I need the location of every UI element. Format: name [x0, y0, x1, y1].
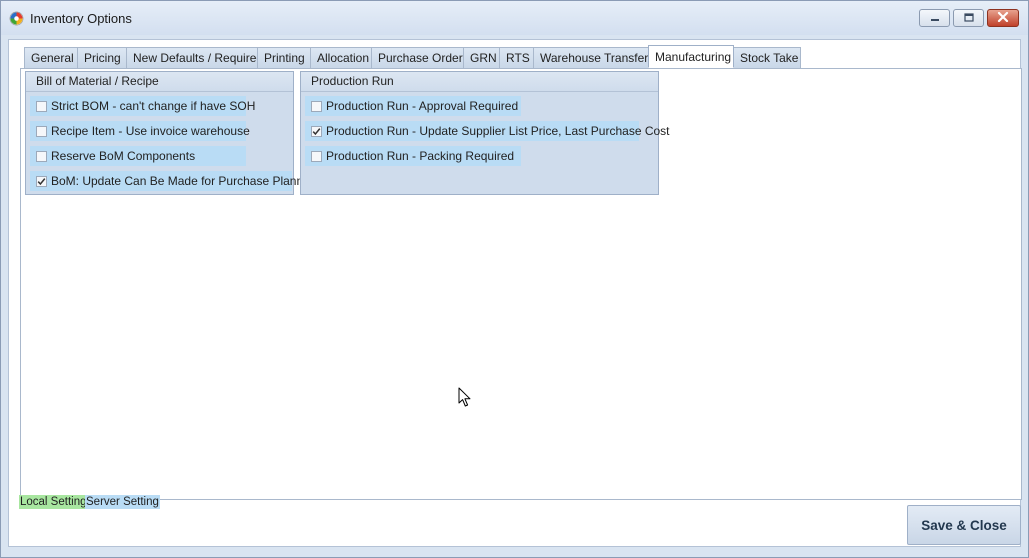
close-button[interactable]	[987, 9, 1019, 27]
bom-update-purchase-planning-checkbox[interactable]	[36, 175, 47, 187]
inventory-options-window: Inventory Options General Pricing New De…	[0, 0, 1029, 558]
local-setting-legend: Local Setting	[19, 495, 88, 509]
production-run-group: Production Run Production Run - Approval…	[300, 71, 670, 195]
recipe-item-invoice-warehouse-checkbox[interactable]	[36, 125, 47, 137]
app-logo-icon	[9, 11, 24, 26]
save-and-close-button[interactable]: Save & Close	[907, 505, 1021, 545]
production-run-approval-checkbox[interactable]	[311, 100, 322, 112]
tab-grn[interactable]: GRN	[463, 47, 499, 68]
recipe-item-invoice-warehouse-option[interactable]: Recipe Item - Use invoice warehouse	[30, 121, 250, 141]
reserve-bom-components-option[interactable]: Reserve BoM Components	[30, 146, 246, 166]
minimize-button[interactable]	[919, 9, 950, 27]
production-run-group-title: Production Run	[301, 72, 658, 92]
tab-manufacturing[interactable]: Manufacturing	[648, 45, 734, 68]
production-run-update-supplier-price-option[interactable]: Production Run - Update Supplier List Pr…	[305, 121, 670, 141]
tab-general[interactable]: General	[24, 47, 77, 68]
checkmark-icon	[37, 177, 46, 185]
reserve-bom-components-label: Reserve BoM Components	[51, 149, 196, 163]
reserve-bom-components-checkbox[interactable]	[36, 150, 47, 162]
tab-strip: General Pricing New Defaults / Required …	[24, 45, 801, 68]
production-run-update-supplier-price-checkbox[interactable]	[311, 125, 322, 137]
maximize-icon	[963, 11, 974, 25]
minimize-icon	[930, 11, 940, 25]
tab-new-defaults-required[interactable]: New Defaults / Required	[126, 47, 263, 68]
tab-stock-take[interactable]: Stock Take	[734, 47, 801, 68]
bom-update-purchase-planning-label: BoM: Update Can Be Made for Purchase Pla…	[51, 174, 320, 188]
strict-bom-option[interactable]: Strict BOM - can't change if have SOH	[30, 96, 255, 116]
recipe-item-invoice-warehouse-label: Recipe Item - Use invoice warehouse	[51, 124, 250, 138]
checkmark-icon	[312, 127, 321, 135]
strict-bom-label: Strict BOM - can't change if have SOH	[51, 99, 256, 113]
bom-recipe-group-title: Bill of Material / Recipe	[26, 72, 293, 92]
production-run-packing-label: Production Run - Packing Required	[326, 149, 515, 163]
title-bar[interactable]: Inventory Options	[1, 1, 1028, 35]
tab-rts[interactable]: RTS	[499, 47, 533, 68]
strict-bom-checkbox[interactable]	[36, 100, 47, 112]
tab-purchase-order[interactable]: Purchase Order	[371, 47, 463, 68]
tab-printing[interactable]: Printing	[257, 47, 310, 68]
production-run-approval-option[interactable]: Production Run - Approval Required	[305, 96, 521, 116]
mouse-cursor-icon	[458, 387, 472, 411]
client-area: General Pricing New Defaults / Required …	[8, 39, 1022, 547]
server-setting-legend: Server Setting	[85, 495, 160, 509]
tab-allocation[interactable]: Allocation	[310, 47, 371, 68]
window-title: Inventory Options	[30, 11, 132, 26]
production-run-update-supplier-price-label: Production Run - Update Supplier List Pr…	[326, 124, 670, 138]
production-run-packing-option[interactable]: Production Run - Packing Required	[305, 146, 521, 166]
production-run-approval-label: Production Run - Approval Required	[326, 99, 519, 113]
tab-pricing[interactable]: Pricing	[77, 47, 126, 68]
tab-warehouse-transfer[interactable]: Warehouse Transfer	[533, 47, 648, 68]
close-icon	[997, 11, 1009, 25]
bom-recipe-group: Bill of Material / Recipe Strict BOM - c…	[25, 71, 319, 195]
production-run-packing-checkbox[interactable]	[311, 150, 322, 162]
bom-update-purchase-planning-option[interactable]: BoM: Update Can Be Made for Purchase Pla…	[30, 171, 319, 191]
maximize-button[interactable]	[953, 9, 984, 27]
